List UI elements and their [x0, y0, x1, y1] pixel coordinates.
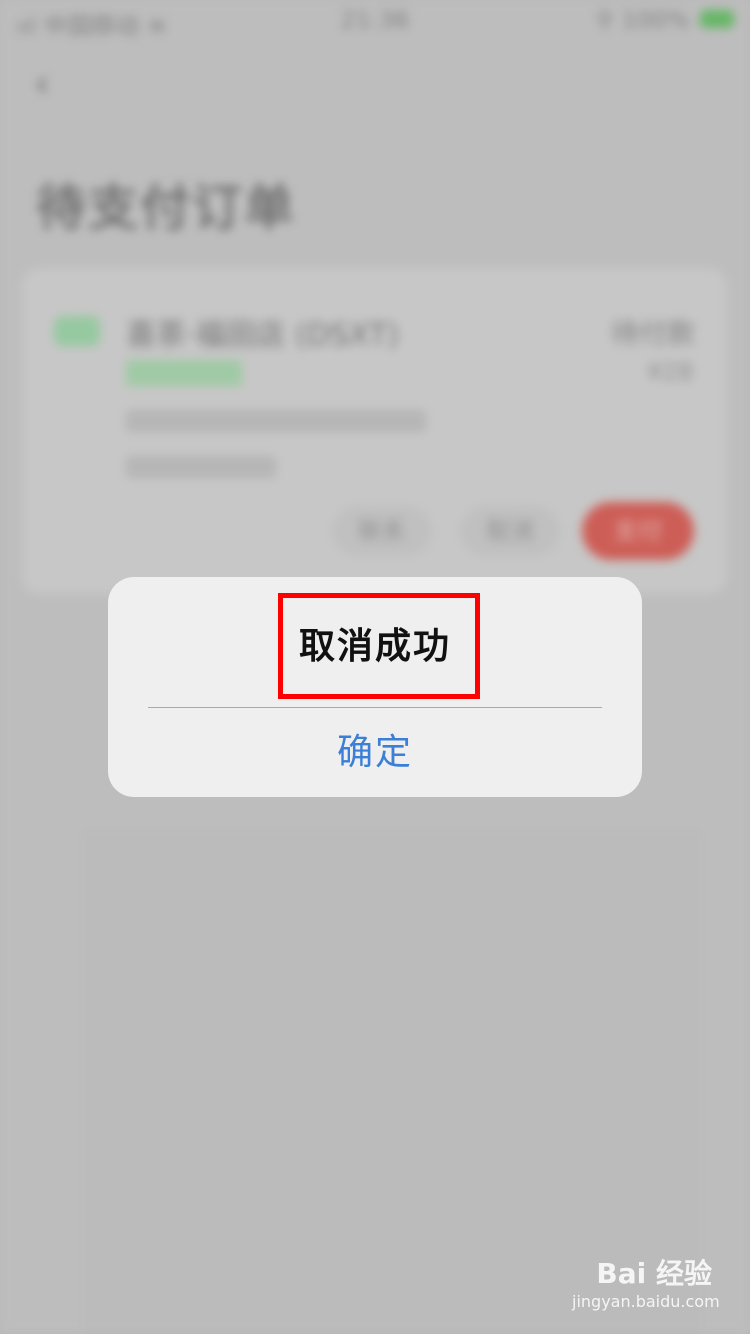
highlight-annotation-box: [278, 593, 480, 699]
alert-dialog: 取消成功 确定: [108, 577, 642, 797]
alert-message-area: 取消成功: [108, 577, 642, 707]
watermark-logo: Bai 经验: [596, 1257, 712, 1290]
watermark-site: jingyan.baidu.com: [572, 1292, 720, 1311]
confirm-button[interactable]: 确定: [108, 708, 642, 797]
watermark: Bai 经验 jingyan.baidu.com: [572, 1252, 720, 1312]
